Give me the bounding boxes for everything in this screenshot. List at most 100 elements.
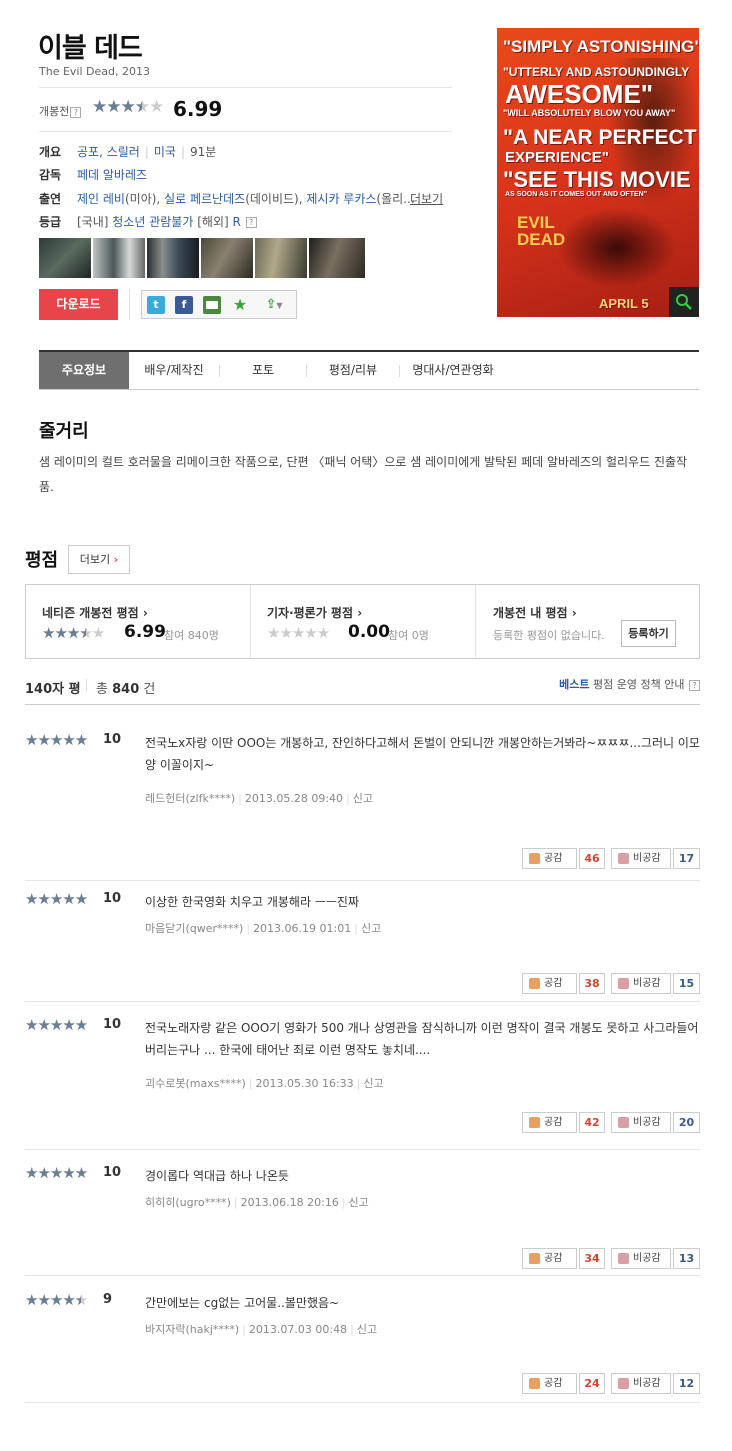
download-button[interactable]: 다운로드 (39, 289, 118, 320)
review-author[interactable]: 바지자락(hakj****) (145, 1323, 239, 1336)
grade-intl-link[interactable]: R (233, 215, 241, 229)
report-link[interactable]: 신고 (357, 1323, 377, 1336)
like-button[interactable]: 공감 (522, 1112, 577, 1133)
like-button[interactable]: 공감 (522, 848, 577, 869)
tab-quotes-related[interactable]: 명대사/연관영화 (400, 352, 506, 389)
rating-summary-box: 네티즌 개봉전 평점 › ★★★★★★★★★★ 6.99 참여 840명 기자·… (25, 584, 700, 659)
tab-bar: 주요정보 배우/제작진 포토 평점/리뷰 명대사/연관영화 (39, 350, 699, 390)
facebook-icon[interactable]: f (175, 296, 193, 314)
grade-row: 등급 [국내] 청소년 관람불가 [해외] R ? (39, 213, 257, 230)
review-date: 2013.05.28 09:40 (244, 792, 344, 805)
review-meta: 괴수로봇(maxs****) | 2013.05.30 16:33 | 신고 (145, 1077, 384, 1090)
tab-reviews[interactable]: 평점/리뷰 (307, 352, 399, 389)
still-thumbnail[interactable] (255, 238, 307, 278)
blog-icon[interactable] (203, 296, 221, 314)
my-rating-note: 등록한 평점이 없습니다. (493, 629, 605, 642)
cast-link-3[interactable]: 제시카 루카스 (306, 192, 376, 206)
share-toolbar: t f ★ ⇪▼ (141, 290, 297, 319)
review-score: 10 (103, 1165, 122, 1180)
critic-count: 참여 0명 (388, 629, 429, 642)
review-total: 총 840 건 (96, 682, 156, 697)
review-score: 10 (103, 1017, 122, 1032)
genre-link[interactable]: 공포, 스릴러 (77, 145, 140, 159)
review-meta: 히히히(ugro****) | 2013.06.18 20:16 | 신고 (145, 1196, 369, 1209)
director-link[interactable]: 페데 알바레즈 (77, 168, 147, 182)
help-icon[interactable]: ? (689, 679, 700, 691)
dislike-button[interactable]: 비공감 (611, 1373, 671, 1394)
review-meta: 마음닫기(qwer****) | 2013.06.19 01:01 | 신고 (145, 922, 382, 935)
dislike-count: 15 (673, 973, 700, 994)
cast-link-1[interactable]: 제인 레비 (77, 192, 125, 206)
dislike-count: 17 (673, 848, 700, 869)
still-thumbnail[interactable] (93, 238, 145, 278)
review-text: 전국노래자랑 같은 OOO기 영화가 500 개나 상영관을 잠식하니까 이런 … (145, 1021, 699, 1057)
register-rating-button[interactable]: 등록하기 (621, 620, 676, 647)
thumbs-up-icon (529, 1378, 540, 1389)
thumbs-up-icon (529, 1253, 540, 1264)
like-count: 42 (579, 1112, 605, 1133)
netizen-rating-link[interactable]: 네티즌 개봉전 평점 › (42, 604, 148, 621)
dislike-button[interactable]: 비공감 (611, 1112, 671, 1133)
movie-title: 이블 데드 (38, 33, 143, 64)
like-button[interactable]: 공감 (522, 1373, 577, 1394)
tab-main-info[interactable]: 주요정보 (39, 352, 129, 389)
share-icon[interactable]: ⇪▼ (258, 296, 290, 314)
report-link[interactable]: 신고 (353, 792, 373, 805)
rating-more-button[interactable]: 더보기 › (68, 545, 130, 574)
thumbs-down-icon (618, 1253, 629, 1264)
review-score: 10 (103, 891, 122, 906)
star-icon[interactable]: ★ (231, 296, 249, 314)
dislike-button[interactable]: 비공감 (611, 1248, 671, 1269)
still-thumbnail[interactable] (147, 238, 199, 278)
still-thumbnail[interactable] (201, 238, 253, 278)
review-text: 전국노x자랑 이딴 OOO는 개봉하고, 잔인하다고해서 돈벌이 안되니깐 개봉… (145, 736, 700, 772)
review-list-label: 140자 평 (25, 682, 81, 697)
review-stars: ★★★★★★★★★★ (25, 731, 88, 749)
grade-domestic-link[interactable]: 청소년 관람불가 (112, 215, 193, 229)
critic-stars: ★★★★★★★★★★ (267, 624, 330, 642)
critic-rating-link[interactable]: 기자·평론가 평점 › (267, 604, 362, 621)
more-cast-link[interactable]: 더보기 (410, 190, 443, 207)
still-thumbnail[interactable] (39, 238, 91, 278)
synopsis-title: 줄거리 (39, 421, 89, 442)
help-icon[interactable]: ? (245, 217, 257, 228)
tab-cast-crew[interactable]: 배우/제작진 (129, 352, 219, 389)
director-row: 감독 페데 알바레즈 (39, 168, 148, 182)
dislike-button[interactable]: 비공감 (611, 848, 671, 869)
dislike-count: 20 (673, 1112, 700, 1133)
still-thumbnail[interactable] (309, 238, 365, 278)
tab-photo[interactable]: 포토 (220, 352, 306, 389)
twitter-icon[interactable]: t (147, 296, 165, 314)
review-author[interactable]: 괴수로봇(maxs****) (145, 1077, 246, 1090)
like-button[interactable]: 공감 (522, 973, 577, 994)
policy-link[interactable]: 베스트 평점 운영 정책 안내 ? (559, 676, 700, 692)
review-author[interactable]: 히히히(ugro****) (145, 1196, 231, 1209)
country-link[interactable]: 미국 (154, 145, 176, 159)
pre-release-label: 개봉전? (39, 103, 82, 119)
review-author[interactable]: 마음닫기(qwer****) (145, 922, 243, 935)
review-date: 2013.06.18 20:16 (240, 1196, 339, 1209)
search-icon[interactable] (669, 287, 699, 317)
movie-poster[interactable]: "SIMPLY ASTONISHING" "UTTERLY AND ASTOUN… (497, 28, 699, 317)
report-link[interactable]: 신고 (361, 922, 381, 935)
like-count: 24 (579, 1373, 605, 1394)
cast-link-2[interactable]: 실로 페르난데즈 (164, 192, 245, 206)
review-date: 2013.05.30 16:33 (255, 1077, 354, 1090)
summary-row: 개요 공포, 스릴러 | 미국 | 91분 (39, 145, 217, 159)
cast-row: 출연 제인 레비(미아), 실로 페르난데즈(데이비드), 제시카 루카스(올리.… (39, 192, 415, 206)
thumbs-down-icon (618, 1117, 629, 1128)
review-date: 2013.06.19 01:01 (253, 922, 352, 935)
my-rating-link[interactable]: 개봉전 내 평점 › (493, 604, 577, 621)
help-icon[interactable]: ? (70, 106, 82, 118)
review-author[interactable]: 레드헌터(zlfk****) (145, 792, 235, 805)
original-title: The Evil Dead, 2013 (39, 65, 150, 78)
review-meta: 레드헌터(zlfk****) | 2013.05.28 09:40 | 신고 (145, 792, 374, 805)
report-link[interactable]: 신고 (349, 1196, 369, 1209)
like-button[interactable]: 공감 (522, 1248, 577, 1269)
review-stars: ★★★★★★★★★★ (25, 1164, 88, 1182)
dislike-button[interactable]: 비공감 (611, 973, 671, 994)
netizen-count: 참여 840명 (164, 629, 219, 642)
thumbs-up-icon (529, 978, 540, 989)
report-link[interactable]: 신고 (363, 1077, 383, 1090)
runtime: 91분 (190, 145, 217, 159)
